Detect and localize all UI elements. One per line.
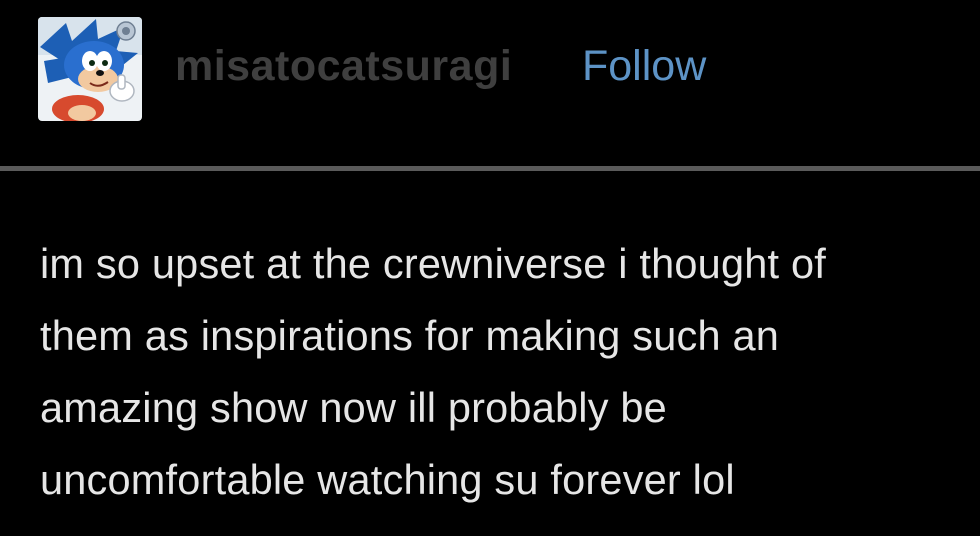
user-avatar[interactable]	[38, 17, 142, 121]
post-header: misatocatsuragi Follow	[0, 0, 980, 166]
post-text-line: uncomfortable watching su forever lol	[40, 456, 735, 503]
post-card: misatocatsuragi Follow im so upset at th…	[0, 0, 980, 536]
sonic-hedgehog-avatar-icon	[38, 17, 142, 121]
post-text-line: amazing show now ill probably be	[40, 384, 667, 431]
username-link[interactable]: misatocatsuragi	[175, 38, 512, 94]
post-text-line: them as inspirations for making such an	[40, 312, 780, 359]
follow-button[interactable]: Follow	[582, 38, 706, 94]
post-body: im so upset at the crewniverse i thought…	[40, 228, 970, 516]
header-divider	[0, 166, 980, 171]
post-text-line: im so upset at the crewniverse i thought…	[40, 240, 826, 287]
